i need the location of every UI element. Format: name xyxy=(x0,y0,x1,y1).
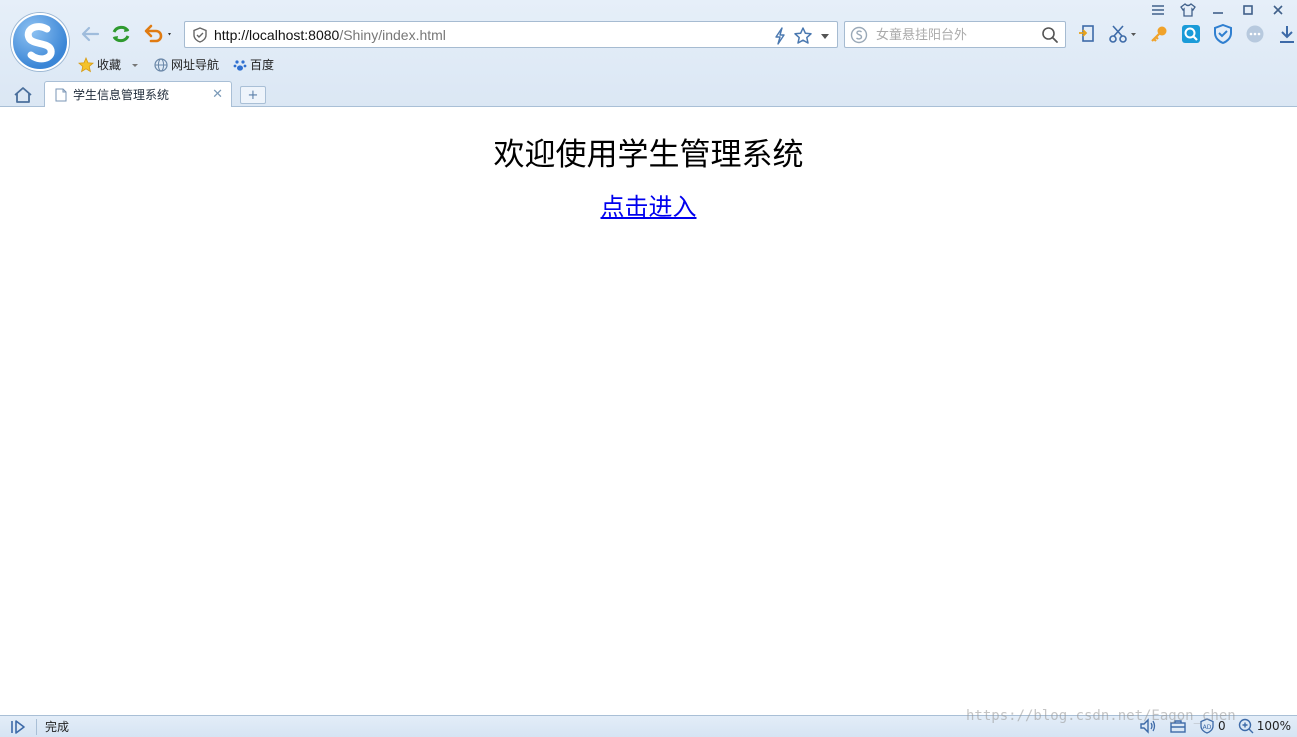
page-title: 欢迎使用学生管理系统 xyxy=(493,137,804,173)
download-icon xyxy=(1280,26,1294,43)
tab-title: 学生信息管理系统 xyxy=(73,88,170,102)
bookmarks-bar: 收藏 网址导航 百度 xyxy=(78,56,274,73)
zoom-icon xyxy=(1238,718,1254,734)
bookmark-site-nav-label: 网址导航 xyxy=(171,58,220,72)
sidebar-expand-icon[interactable] xyxy=(10,719,28,735)
maximize-icon[interactable] xyxy=(1237,2,1259,18)
security-guard-button[interactable] xyxy=(1212,23,1234,45)
bookmark-favorites[interactable]: 收藏 xyxy=(78,56,140,73)
tab-bar: 学生信息管理系统 ✕ + xyxy=(0,80,1297,107)
page-content: 欢迎使用学生管理系统 点击进入 xyxy=(0,107,1297,715)
undo-icon xyxy=(144,24,171,43)
security-shield-icon[interactable] xyxy=(192,26,208,43)
enter-link[interactable]: 点击进入 xyxy=(601,193,697,221)
chevron-down-icon[interactable] xyxy=(130,60,140,70)
svg-text:AD: AD xyxy=(1203,724,1212,731)
status-text: 完成 xyxy=(45,720,70,734)
zoom-control[interactable]: 100% xyxy=(1238,718,1291,734)
home-icon[interactable] xyxy=(12,85,34,105)
undo-close-tab-button[interactable] xyxy=(141,22,175,46)
url-path: /Shiny/index.html xyxy=(339,26,446,43)
extension-search-button[interactable] xyxy=(1180,23,1202,45)
refresh-button[interactable] xyxy=(109,22,133,46)
search-input[interactable] xyxy=(876,27,1026,42)
password-manager-button[interactable] xyxy=(1148,23,1170,45)
scissors-icon xyxy=(1109,25,1136,43)
download-button[interactable] xyxy=(1276,23,1297,45)
search-bar[interactable] xyxy=(844,21,1066,48)
url-text[interactable]: http://localhost:8080/Shiny/index.html xyxy=(214,27,446,43)
new-tab-button[interactable]: + xyxy=(240,86,266,104)
close-tab-icon[interactable]: ✕ xyxy=(212,87,223,102)
menu-icon[interactable] xyxy=(1147,2,1169,18)
paw-icon xyxy=(233,59,247,71)
more-dots-icon xyxy=(1246,25,1264,43)
enter-link-container: 点击进入 xyxy=(0,187,1297,222)
refresh-icon xyxy=(112,25,130,43)
arrow-left-icon xyxy=(81,26,100,42)
favorite-star-icon[interactable] xyxy=(793,26,813,46)
close-window-icon[interactable] xyxy=(1267,2,1289,18)
sidebar-icon xyxy=(1079,25,1094,42)
url-host: http://localhost:8080 xyxy=(214,26,340,43)
globe-icon xyxy=(154,57,168,72)
star-icon xyxy=(78,56,94,72)
browser-chrome: http://localhost:8080/Shiny/index.html 女… xyxy=(0,0,1297,107)
bookmark-baidu-label: 百度 xyxy=(250,58,275,72)
search-icon[interactable] xyxy=(1041,26,1059,44)
sogou-browser-logo-icon[interactable] xyxy=(11,13,69,71)
tab-student-info-system[interactable]: 学生信息管理系统 ✕ xyxy=(44,81,232,107)
magnifier-app-icon xyxy=(1182,25,1200,43)
bookmark-site-nav[interactable]: 网址导航 xyxy=(154,56,219,73)
window-controls xyxy=(1147,1,1289,19)
back-button[interactable] xyxy=(78,22,102,46)
sidebar-toggle-button[interactable] xyxy=(1076,23,1098,45)
watermark: https://blog.csdn.net/Eagon_chen xyxy=(966,708,1236,724)
minimize-icon[interactable] xyxy=(1207,2,1229,18)
dropdown-arrow-icon[interactable] xyxy=(819,30,831,42)
extension-toolbar xyxy=(1076,23,1297,45)
address-bar[interactable]: http://localhost:8080/Shiny/index.html xyxy=(184,21,838,48)
zoom-level: 100% xyxy=(1256,719,1291,733)
bookmark-favorites-label: 收藏 xyxy=(97,58,122,72)
shield-check-icon xyxy=(1214,24,1232,44)
page-icon xyxy=(55,88,67,101)
screenshot-button[interactable] xyxy=(1108,23,1138,45)
status-divider xyxy=(36,718,37,735)
key-icon xyxy=(1151,26,1167,42)
skin-shirt-icon[interactable] xyxy=(1177,2,1199,18)
lightning-icon[interactable] xyxy=(773,27,787,45)
bookmark-baidu[interactable]: 百度 xyxy=(233,56,274,73)
search-engine-sogou-icon[interactable] xyxy=(850,26,868,44)
more-options-button[interactable] xyxy=(1244,23,1266,45)
